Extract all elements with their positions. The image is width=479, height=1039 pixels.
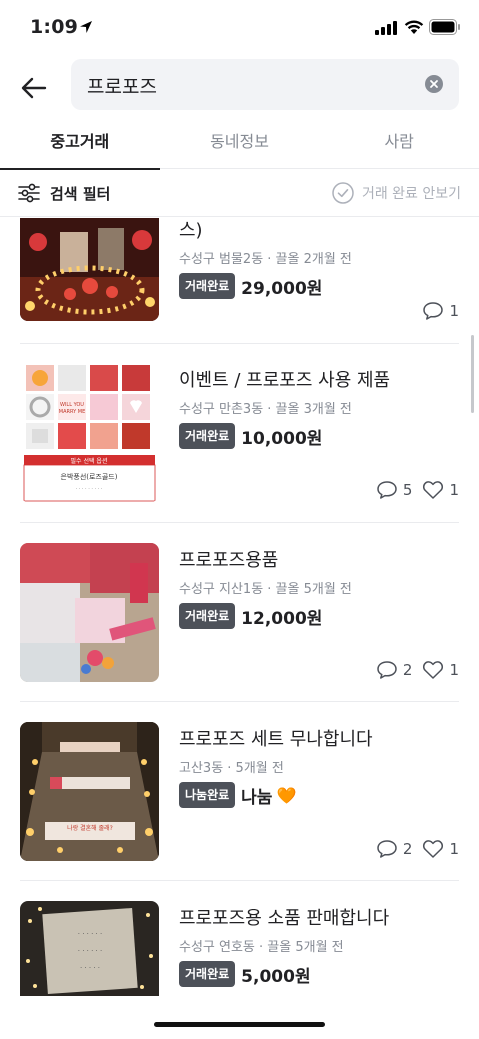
product-thumbnail: 나랑 결혼해 줄래? xyxy=(20,722,159,861)
like-count: 1 xyxy=(449,840,459,858)
chat-bubble-icon xyxy=(377,840,397,858)
svg-text:· · · · · · · · ·: · · · · · · · · · xyxy=(75,486,102,492)
list-item[interactable]: 나랑 결혼해 줄래? 프로포즈 세트 무나합니다 고산3동 · 5개월 전 나눔… xyxy=(0,702,479,881)
price-row: 거래완료 29,000원 xyxy=(179,273,322,299)
item-title: 프로포즈 세트 무나합니다 xyxy=(179,729,373,750)
item-price: 5,000원 xyxy=(241,966,311,987)
item-meta: 수성구 연호동 · 끌올 5개월 전 xyxy=(179,940,344,955)
home-indicator[interactable] xyxy=(154,1022,325,1027)
orange-heart-icon: 🧡 xyxy=(276,785,297,805)
heart-icon xyxy=(423,661,444,679)
item-meta: 수성구 범물2동 · 끌올 2개월 전 xyxy=(179,252,352,267)
tab-local-info[interactable]: 동네정보 xyxy=(160,122,320,169)
scrollbar[interactable] xyxy=(471,335,474,413)
search-input[interactable] xyxy=(87,71,407,99)
status-badge: 거래완료 xyxy=(179,273,236,299)
back-arrow-icon[interactable] xyxy=(18,72,50,104)
product-list: 스) 수성구 범물2동 · 끌올 2개월 전 거래완료 29,000원 1 WI… xyxy=(0,218,479,996)
location-arrow-icon xyxy=(80,21,92,33)
svg-text:WILL YOU: WILL YOU xyxy=(60,402,84,408)
item-meta: 수성구 만촌3동 · 끌올 3개월 전 xyxy=(179,402,352,417)
svg-text:나랑 결혼해 줄래?: 나랑 결혼해 줄래? xyxy=(67,824,113,832)
item-title: 프로포즈용 소품 판매합니다 xyxy=(179,908,390,929)
status-badge: 거래완료 xyxy=(179,603,236,629)
filter-row: 검색 필터 거래 완료 안보기 xyxy=(0,170,479,217)
item-title: 스) xyxy=(179,220,203,241)
price-row: 나눔완료 나눔 🧡 xyxy=(179,782,296,808)
clear-search-icon[interactable] xyxy=(425,75,443,93)
search-tabs: 중고거래 동네정보 사람 xyxy=(0,122,479,170)
svg-text:은박풍선(로즈골드): 은박풍선(로즈골드) xyxy=(61,472,118,481)
search-filter-label: 검색 필터 xyxy=(50,184,111,203)
status-badge: 거래완료 xyxy=(179,423,236,449)
filter-sliders-icon xyxy=(18,183,40,203)
chat-bubble-icon xyxy=(377,481,397,499)
check-circle-icon xyxy=(332,182,354,204)
hide-completed-toggle[interactable]: 거래 완료 안보기 xyxy=(332,180,461,206)
product-thumbnail: · · · · · · · · · · · · · · · · · xyxy=(20,901,159,996)
like-count: 1 xyxy=(449,661,459,679)
price-row: 거래완료 12,000원 xyxy=(179,603,322,629)
hide-completed-label: 거래 완료 안보기 xyxy=(361,186,461,202)
list-item[interactable]: · · · · · · · · · · · · · · · · · 프로포즈용 … xyxy=(0,881,479,996)
heart-icon xyxy=(423,840,444,858)
status-badge: 거래완료 xyxy=(179,961,236,987)
chat-count: 1 xyxy=(449,302,459,320)
svg-text:· · · · ·: · · · · · xyxy=(80,964,100,972)
svg-text:MARRY ME: MARRY ME xyxy=(59,409,85,415)
like-count: 1 xyxy=(449,481,459,499)
item-title: 이벤트 / 프로포즈 사용 제품 xyxy=(179,370,391,391)
chat-count: 2 xyxy=(402,661,413,679)
search-filter-button[interactable]: 검색 필터 xyxy=(18,180,110,206)
svg-text:필수 선택 옵션: 필수 선택 옵션 xyxy=(71,457,108,465)
list-item[interactable]: 스) 수성구 범물2동 · 끌올 2개월 전 거래완료 29,000원 1 xyxy=(0,218,479,344)
chat-count: 5 xyxy=(402,481,413,499)
search-box[interactable] xyxy=(71,59,459,110)
item-meta: 고산3동 · 5개월 전 xyxy=(179,761,284,776)
item-price: 나눔 xyxy=(241,787,273,808)
svg-text:· · · · · ·: · · · · · · xyxy=(78,930,102,938)
status-time: 1:09 xyxy=(30,16,79,38)
item-price: 10,000원 xyxy=(241,428,323,449)
tab-used-trade[interactable]: 중고거래 xyxy=(0,122,160,170)
item-price: 12,000원 xyxy=(241,608,323,629)
status-bar: 1:09 xyxy=(0,0,479,54)
product-thumbnail xyxy=(20,218,159,321)
item-counts: 1 xyxy=(412,300,459,322)
chat-count: 2 xyxy=(402,840,413,858)
item-counts: 2 1 xyxy=(366,838,459,860)
item-price: 29,000원 xyxy=(241,278,323,299)
wifi-icon xyxy=(404,20,424,34)
item-meta: 수성구 지산1동 · 끌올 5개월 전 xyxy=(179,582,352,597)
status-badge: 나눔완료 xyxy=(179,782,236,808)
list-item[interactable]: 프로포즈용품 수성구 지산1동 · 끌올 5개월 전 거래완료 12,000원 … xyxy=(0,523,479,702)
price-row: 거래완료 5,000원 xyxy=(179,961,311,987)
list-item[interactable]: WILL YOU MARRY ME 필수 선택 옵션 은박풍선(로즈골드) · ·… xyxy=(0,344,479,523)
product-thumbnail: WILL YOU MARRY ME 필수 선택 옵션 은박풍선(로즈골드) · ·… xyxy=(20,363,159,502)
item-counts: 2 1 xyxy=(366,659,459,681)
item-title: 프로포즈용품 xyxy=(179,550,279,571)
chat-bubble-icon xyxy=(377,661,397,679)
svg-text:· · · · · ·: · · · · · · xyxy=(78,947,102,955)
item-counts: 5 1 xyxy=(366,479,459,501)
product-thumbnail xyxy=(20,543,159,682)
battery-icon xyxy=(429,19,460,35)
tab-people[interactable]: 사람 xyxy=(319,122,479,169)
chat-bubble-icon xyxy=(423,302,444,320)
cellular-signal-icon xyxy=(375,21,397,35)
price-row: 거래완료 10,000원 xyxy=(179,423,322,449)
heart-icon xyxy=(423,481,444,499)
